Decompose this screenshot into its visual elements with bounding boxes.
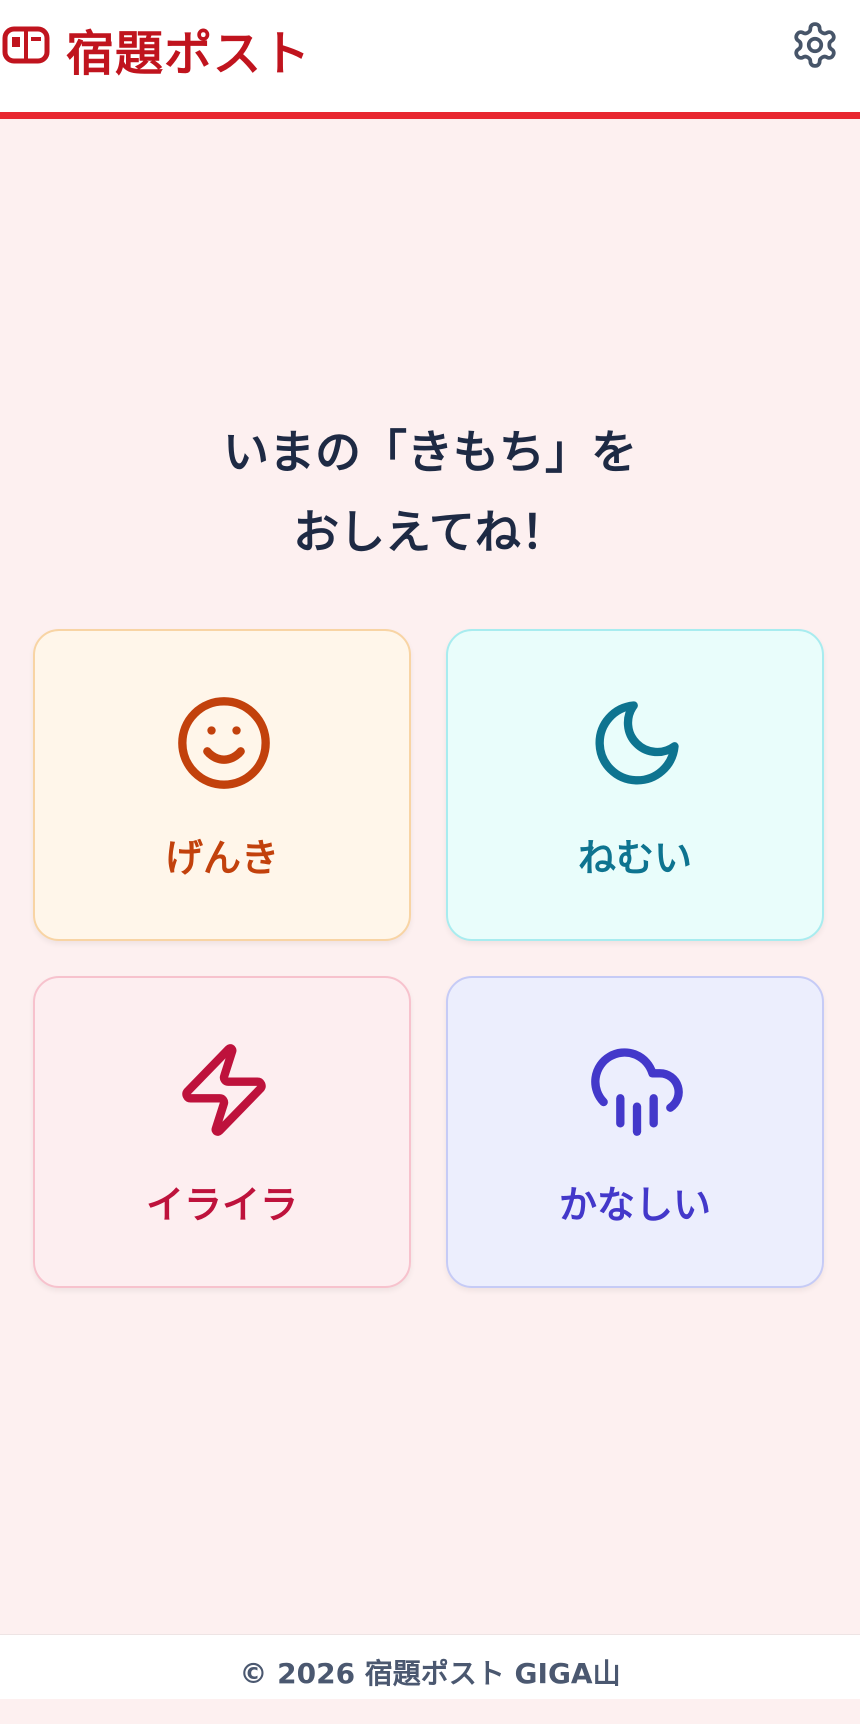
- mood-label-kanashii: かなしい: [558, 1183, 711, 1227]
- question-line-2: おしえてね！: [293, 505, 567, 559]
- mood-card-iraira[interactable]: イライラ: [33, 976, 411, 1288]
- app-title: 宿題ポスト: [66, 26, 312, 82]
- mood-question: いまの「きもち」を おしえてね！: [0, 412, 860, 572]
- app-header: 宿題ポスト: [0, 0, 860, 119]
- moon-icon: [595, 701, 679, 785]
- mailbox-icon: [2, 26, 50, 64]
- gear-icon[interactable]: [790, 20, 840, 70]
- mood-label-iraira: イライラ: [145, 1183, 298, 1227]
- mood-card-kanashii[interactable]: かなしい: [446, 976, 824, 1288]
- smile-icon: [178, 697, 270, 789]
- mood-label-genki: げんき: [164, 836, 279, 880]
- mood-label-nemui: ねむい: [577, 836, 692, 880]
- mood-card-genki[interactable]: げんき: [33, 629, 411, 941]
- copyright-text: © 2026 宿題ポスト GIGA山: [239, 1657, 621, 1690]
- footer: © 2026 宿題ポスト GIGA山: [0, 1634, 860, 1699]
- mood-card-nemui[interactable]: ねむい: [446, 629, 824, 941]
- lightning-icon: [182, 1044, 266, 1136]
- question-line-1: いまの「きもち」を: [223, 425, 637, 479]
- rain-cloud-icon: [591, 1048, 683, 1136]
